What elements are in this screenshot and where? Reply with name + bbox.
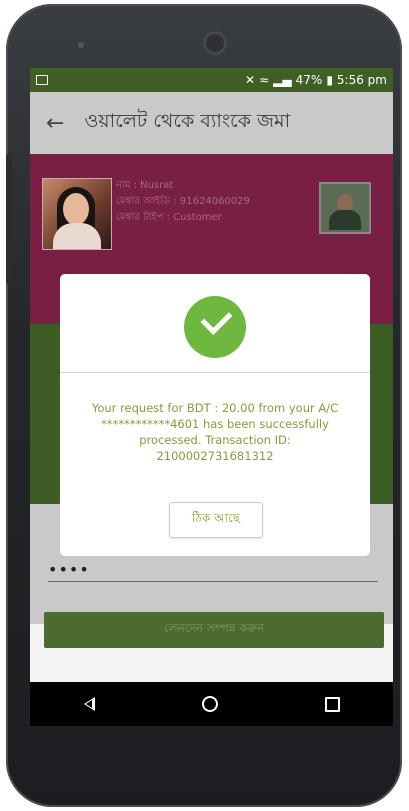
battery-icon: ▮	[326, 73, 333, 87]
profile-type: মেম্বার টাইপ : Customer	[116, 212, 222, 223]
battery-percent: 47%	[295, 73, 323, 87]
pin-input[interactable]: ••••	[48, 560, 378, 582]
navigation-bar	[30, 682, 393, 726]
profile-info: নাম : Nusrat মেম্বার আইডি : 91624060029 …	[116, 178, 250, 226]
ok-button[interactable]: ঠিক আছে	[169, 502, 263, 538]
phone-frame: ✕ ≈ ▂▄ 47% ▮ 5:56 pm ← ওয়ালেট থেকে ব্যা…	[6, 4, 402, 807]
nav-back-icon[interactable]	[83, 697, 95, 711]
success-dialog: Your request for BDT : 20.00 from your A…	[60, 274, 370, 556]
wifi-icon: ≈	[259, 73, 270, 87]
image-icon	[36, 75, 48, 85]
signal-icon: ▂▄	[273, 73, 292, 87]
dialog-divider	[60, 372, 370, 373]
status-bar: ✕ ≈ ▂▄ 47% ▮ 5:56 pm	[30, 68, 393, 92]
screen: ✕ ≈ ▂▄ 47% ▮ 5:56 pm ← ওয়ালেট থেকে ব্যা…	[30, 68, 393, 726]
avatar	[42, 178, 112, 250]
recipient-photo	[319, 182, 371, 234]
app-bar: ← ওয়ালেট থেকে ব্যাংকে জমা	[30, 92, 393, 154]
front-camera	[206, 34, 224, 52]
profile-account: মেম্বার আইডি : 91624060029	[116, 196, 250, 207]
profile-name: নাম : Nusrat	[116, 180, 174, 191]
check-icon	[184, 296, 246, 358]
page-title: ওয়ালেট থেকে ব্যাংকে জমা	[84, 110, 291, 132]
submit-transaction-button[interactable]: লেনদেন সম্পন্ন করুন	[44, 612, 384, 648]
nav-recents-icon[interactable]	[324, 696, 340, 712]
clock: 5:56 pm	[336, 73, 387, 87]
mute-icon: ✕	[245, 73, 256, 87]
nav-home-icon[interactable]	[201, 696, 218, 712]
sensor-dot	[78, 42, 84, 48]
side-button	[6, 154, 12, 284]
back-arrow-icon[interactable]: ←	[46, 111, 64, 136]
success-message: Your request for BDT : 20.00 from your A…	[91, 401, 339, 463]
